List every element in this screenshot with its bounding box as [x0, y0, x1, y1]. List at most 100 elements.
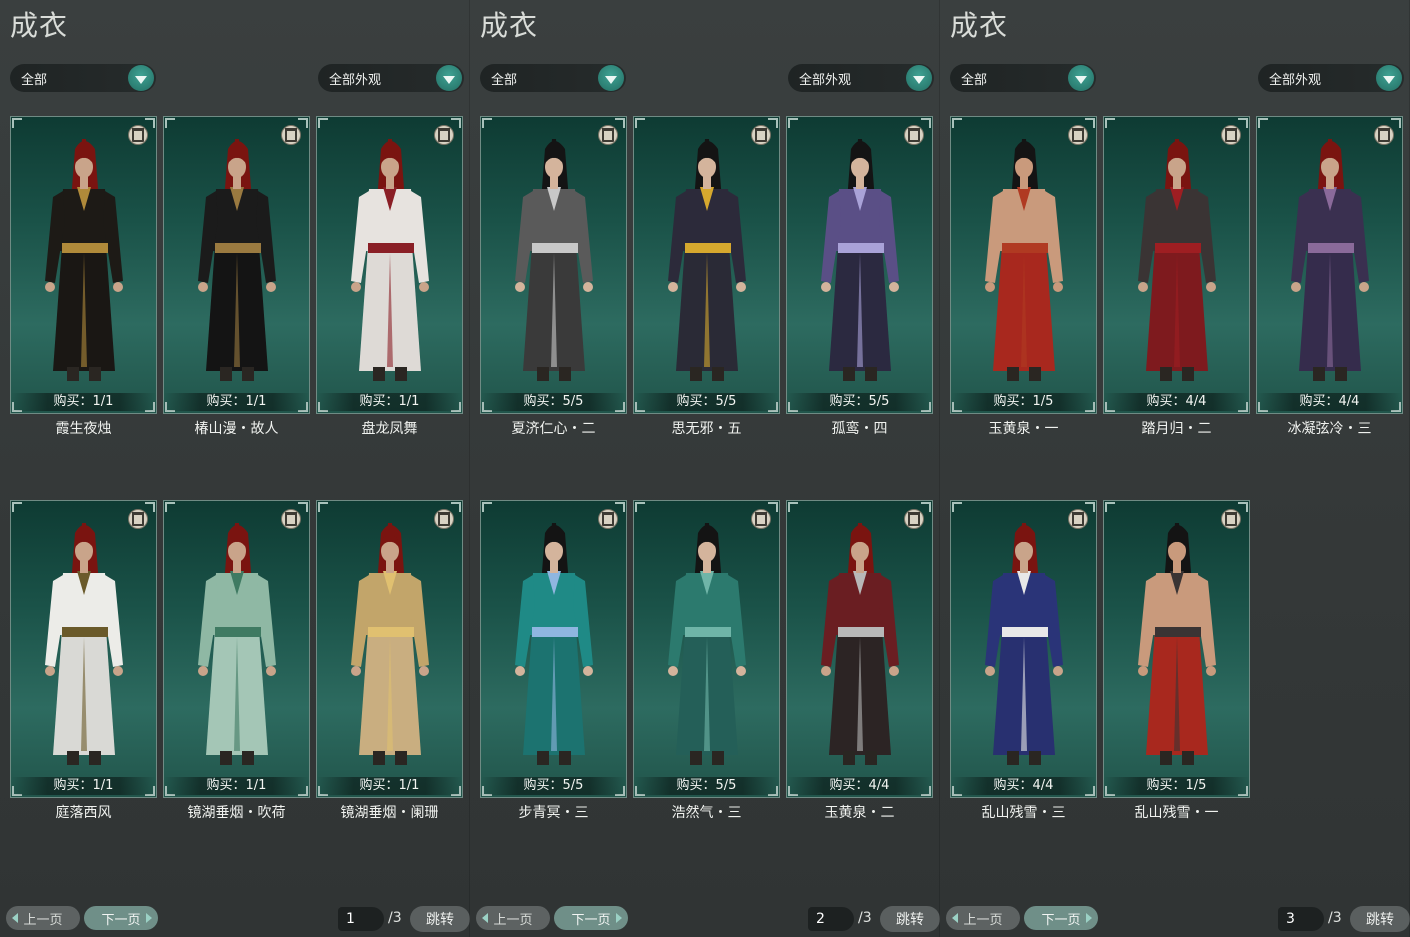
- outfit-card[interactable]: 购买：1/1: [10, 116, 157, 414]
- purchase-count: 购买：5/5: [481, 777, 626, 795]
- trash-icon[interactable]: [751, 125, 771, 145]
- card-corner-ornament: [12, 502, 22, 512]
- trash-icon[interactable]: [904, 509, 924, 529]
- jump-button[interactable]: 跳转: [880, 906, 940, 932]
- outfit-name: 思无邪・五: [671, 421, 742, 437]
- outfit-card[interactable]: 购买：4/4: [786, 500, 933, 798]
- chevron-down-icon[interactable]: [906, 65, 932, 91]
- category-filter-dropdown[interactable]: 全部: [950, 64, 1096, 92]
- prev-page-button[interactable]: 上一页: [6, 906, 80, 930]
- next-page-button[interactable]: 下一页: [554, 906, 628, 930]
- outfit-name: 霞生夜烛: [55, 421, 112, 437]
- card-corner-ornament: [635, 118, 645, 128]
- trash-icon[interactable]: [1068, 509, 1088, 529]
- card-corner-ornament: [635, 502, 645, 512]
- trash-icon[interactable]: [1221, 509, 1241, 529]
- card-corner-ornament: [1238, 118, 1248, 128]
- trash-icon[interactable]: [281, 125, 301, 145]
- purchase-count: 购买：1/5: [951, 393, 1096, 411]
- jump-button[interactable]: 跳转: [1350, 906, 1410, 932]
- trash-icon[interactable]: [751, 509, 771, 529]
- outfit-panel: 成衣 全部 全部外观 购买：1/5 玉黄泉・一 购买：4/4 踏月归・二 购买：4/4 冰凝弦冷…: [940, 0, 1410, 937]
- character-model: [969, 515, 1079, 785]
- outfit-card[interactable]: 购买：1/1: [10, 500, 157, 798]
- outfit-card[interactable]: 购买：1/1: [316, 500, 463, 798]
- purchase-count: 购买：4/4: [951, 777, 1096, 795]
- character-model: [1122, 515, 1232, 785]
- page-number-input[interactable]: 3: [1278, 907, 1324, 931]
- trash-icon[interactable]: [1221, 125, 1241, 145]
- card-corner-ornament: [318, 118, 328, 128]
- page-number-input[interactable]: 1: [338, 907, 384, 931]
- category-filter-dropdown[interactable]: 全部: [10, 64, 156, 92]
- jump-button[interactable]: 跳转: [410, 906, 470, 932]
- trash-icon[interactable]: [434, 125, 454, 145]
- next-page-button[interactable]: 下一页: [84, 906, 158, 930]
- outfit-card[interactable]: 购买：4/4: [950, 500, 1097, 798]
- appearance-filter-dropdown[interactable]: 全部外观: [1258, 64, 1404, 92]
- outfit-card[interactable]: 购买：5/5: [633, 116, 780, 414]
- chevron-down-icon[interactable]: [1376, 65, 1402, 91]
- outfit-card[interactable]: 购买：1/1: [163, 500, 310, 798]
- card-corner-ornament: [298, 118, 308, 128]
- prev-page-button[interactable]: 上一页: [476, 906, 550, 930]
- prev-page-button[interactable]: 上一页: [946, 906, 1020, 930]
- purchase-count: 购买：1/1: [317, 777, 462, 795]
- outfit-card[interactable]: 购买：5/5: [633, 500, 780, 798]
- category-filter-dropdown[interactable]: 全部: [480, 64, 626, 92]
- outfit-card[interactable]: 购买：5/5: [480, 500, 627, 798]
- trash-icon[interactable]: [128, 125, 148, 145]
- appearance-filter-dropdown[interactable]: 全部外观: [318, 64, 464, 92]
- page-number-input[interactable]: 2: [808, 907, 854, 931]
- arrow-left-icon: [482, 913, 488, 923]
- trash-icon[interactable]: [1068, 125, 1088, 145]
- prev-page-label: 上一页: [23, 912, 63, 928]
- trash-icon[interactable]: [904, 125, 924, 145]
- card-corner-ornament: [482, 118, 492, 128]
- purchase-count: 购买：4/4: [787, 777, 932, 795]
- card-corner-ornament: [952, 118, 962, 128]
- character-model: [805, 131, 915, 401]
- next-page-button[interactable]: 下一页: [1024, 906, 1098, 930]
- card-corner-ornament: [318, 502, 328, 512]
- character-model: [1275, 131, 1385, 401]
- chevron-down-icon[interactable]: [1068, 65, 1094, 91]
- outfit-card[interactable]: 购买：1/5: [1103, 500, 1250, 798]
- character-model: [335, 131, 445, 401]
- outfit-card[interactable]: 购买：4/4: [1103, 116, 1250, 414]
- card-corner-ornament: [1391, 118, 1401, 128]
- card-corner-ornament: [165, 118, 175, 128]
- card-corner-ornament: [1105, 118, 1115, 128]
- outfit-name: 乱山残雪・一: [1134, 805, 1219, 821]
- purchase-count: 购买：5/5: [634, 777, 779, 795]
- purchase-count: 购买：4/4: [1257, 393, 1402, 411]
- outfit-panel: 成衣 全部 全部外观 购买：5/5 夏济仁心・二 购买：5/5 思无邪・五 购买：5/5 孤鸾・…: [470, 0, 940, 937]
- trash-icon[interactable]: [281, 509, 301, 529]
- trash-icon[interactable]: [598, 509, 618, 529]
- category-filter-label: 全部: [21, 72, 48, 88]
- trash-icon[interactable]: [1374, 125, 1394, 145]
- chevron-down-icon[interactable]: [128, 65, 154, 91]
- character-model: [29, 515, 139, 785]
- outfit-card[interactable]: 购买：5/5: [786, 116, 933, 414]
- outfit-card[interactable]: 购买：5/5: [480, 116, 627, 414]
- card-corner-ornament: [615, 118, 625, 128]
- outfit-card[interactable]: 购买：4/4: [1256, 116, 1403, 414]
- character-model: [652, 131, 762, 401]
- outfit-card[interactable]: 购买：1/1: [316, 116, 463, 414]
- trash-icon[interactable]: [598, 125, 618, 145]
- outfit-card[interactable]: 购买：1/1: [163, 116, 310, 414]
- character-model: [29, 131, 139, 401]
- trash-icon[interactable]: [128, 509, 148, 529]
- outfit-card[interactable]: 购买：1/5: [950, 116, 1097, 414]
- arrow-right-icon: [146, 913, 152, 923]
- outfit-name: 玉黄泉・一: [988, 421, 1059, 437]
- purchase-count: 购买：1/1: [164, 777, 309, 795]
- panel-title: 成衣: [950, 9, 1009, 42]
- trash-icon[interactable]: [434, 509, 454, 529]
- purchase-count: 购买：1/1: [164, 393, 309, 411]
- chevron-down-icon[interactable]: [598, 65, 624, 91]
- appearance-filter-label: 全部外观: [799, 72, 852, 88]
- appearance-filter-dropdown[interactable]: 全部外观: [788, 64, 934, 92]
- chevron-down-icon[interactable]: [436, 65, 462, 91]
